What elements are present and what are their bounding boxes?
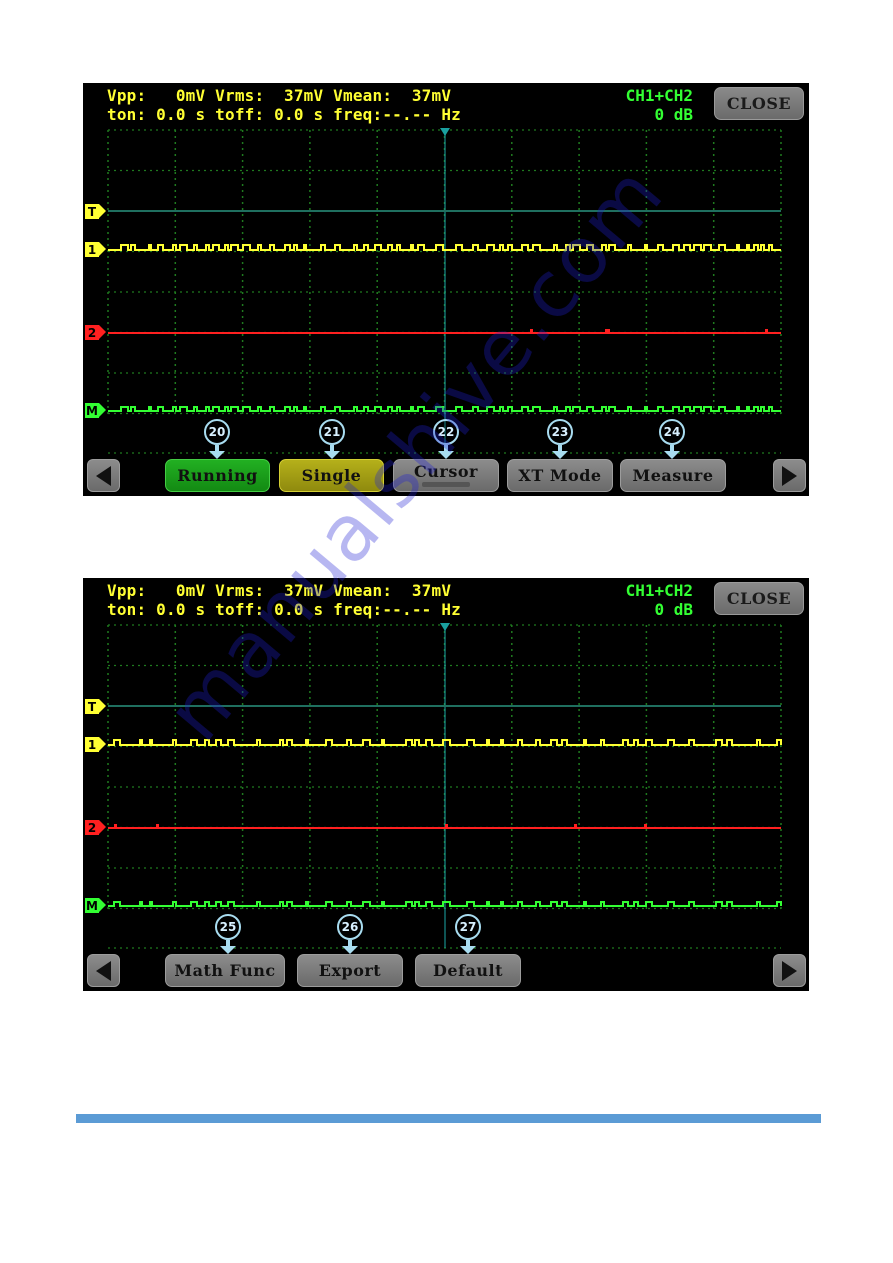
callout-number: 22 xyxy=(433,419,459,445)
trigger-marker[interactable]: T xyxy=(85,699,106,714)
prev-page-button[interactable] xyxy=(87,459,120,492)
ch2-spike xyxy=(644,824,647,828)
left-arrow-icon xyxy=(96,960,111,981)
export-button[interactable]: Export xyxy=(297,954,403,987)
next-page-button[interactable] xyxy=(773,459,806,492)
callout-27: 27 xyxy=(455,914,481,956)
arrow-down-icon xyxy=(664,451,680,459)
right-arrow-icon xyxy=(782,960,797,981)
ch2-spike xyxy=(114,824,117,828)
ch2-spike xyxy=(765,329,768,333)
page-divider-bar xyxy=(76,1114,821,1123)
close-button[interactable]: CLOSE xyxy=(714,87,804,120)
callout-21: 21 xyxy=(319,419,345,461)
running-button[interactable]: Running xyxy=(165,459,270,492)
callout-number: 21 xyxy=(319,419,345,445)
math-marker-label: M xyxy=(85,403,99,418)
arrow-down-icon xyxy=(342,946,358,954)
callout-number: 24 xyxy=(659,419,685,445)
callout-26: 26 xyxy=(337,914,363,956)
ch1-marker[interactable]: 1 xyxy=(85,737,106,752)
ch2-spike xyxy=(445,824,448,828)
right-arrow-icon xyxy=(782,465,797,486)
callout-number: 25 xyxy=(215,914,241,940)
ch1-marker-label: 1 xyxy=(85,242,99,257)
trigger-marker-label: T xyxy=(85,204,99,219)
arrow-down-icon xyxy=(209,451,225,459)
math-source-label: CH1+CH2 xyxy=(625,581,693,600)
callout-number: 27 xyxy=(455,914,481,940)
time-cursor-marker-icon xyxy=(440,623,450,631)
callout-number: 20 xyxy=(204,419,230,445)
callout-number: 26 xyxy=(337,914,363,940)
arrow-down-icon xyxy=(324,451,340,459)
ch2-spike xyxy=(607,329,610,333)
waveform-plot xyxy=(107,623,782,949)
measure-button[interactable]: Measure xyxy=(620,459,726,492)
ch2-marker[interactable]: 2 xyxy=(85,820,106,835)
ch2-marker[interactable]: 2 xyxy=(85,325,106,340)
oscilloscope-screen-2: Vpp: 0mV Vrms: 37mV Vmean: 37mV ton: 0.0… xyxy=(83,578,809,991)
close-button[interactable]: CLOSE xyxy=(714,582,804,615)
callout-20: 20 xyxy=(204,419,230,461)
default-button[interactable]: Default xyxy=(415,954,521,987)
arrow-down-icon xyxy=(220,946,236,954)
callout-22: 22 xyxy=(433,419,459,461)
math-marker[interactable]: M xyxy=(85,403,106,418)
next-page-button[interactable] xyxy=(773,954,806,987)
ch1-marker-label: 1 xyxy=(85,737,99,752)
cursor-indicator-bar xyxy=(422,482,470,487)
callout-number: 23 xyxy=(547,419,573,445)
measurement-row-2: ton: 0.0 s toff: 0.0 s freq:--.-- Hz xyxy=(107,105,461,124)
callout-23: 23 xyxy=(547,419,573,461)
ch2-spike xyxy=(530,329,533,333)
arrow-down-icon xyxy=(460,946,476,954)
math-func-button[interactable]: Math Func xyxy=(165,954,285,987)
trigger-marker-label: T xyxy=(85,699,99,714)
ch2-spike xyxy=(574,824,577,828)
trigger-marker[interactable]: T xyxy=(85,204,106,219)
arrow-down-icon xyxy=(552,451,568,459)
left-arrow-icon xyxy=(96,465,111,486)
callout-24: 24 xyxy=(659,419,685,461)
xt-mode-button[interactable]: XT Mode xyxy=(507,459,613,492)
prev-page-button[interactable] xyxy=(87,954,120,987)
callout-25: 25 xyxy=(215,914,241,956)
measurement-row-2: ton: 0.0 s toff: 0.0 s freq:--.-- Hz xyxy=(107,600,461,619)
math-marker[interactable]: M xyxy=(85,898,106,913)
math-marker-label: M xyxy=(85,898,99,913)
measurement-row-1: Vpp: 0mV Vrms: 37mV Vmean: 37mV xyxy=(107,581,452,600)
math-gain-label: 0 dB xyxy=(654,105,693,124)
measurement-row-1: Vpp: 0mV Vrms: 37mV Vmean: 37mV xyxy=(107,86,452,105)
oscilloscope-screen-1: Vpp: 0mV Vrms: 37mV Vmean: 37mV ton: 0.0… xyxy=(83,83,809,496)
ch1-marker[interactable]: 1 xyxy=(85,242,106,257)
math-source-label: CH1+CH2 xyxy=(625,86,693,105)
ch2-marker-label: 2 xyxy=(85,325,99,340)
single-button[interactable]: Single xyxy=(279,459,384,492)
cursor-button[interactable]: Cursor xyxy=(393,459,499,492)
arrow-down-icon xyxy=(438,451,454,459)
cursor-button-label: Cursor xyxy=(414,462,478,481)
ch2-marker-label: 2 xyxy=(85,820,99,835)
ch2-spike xyxy=(156,824,159,828)
math-gain-label: 0 dB xyxy=(654,600,693,619)
time-cursor-marker-icon xyxy=(440,128,450,136)
